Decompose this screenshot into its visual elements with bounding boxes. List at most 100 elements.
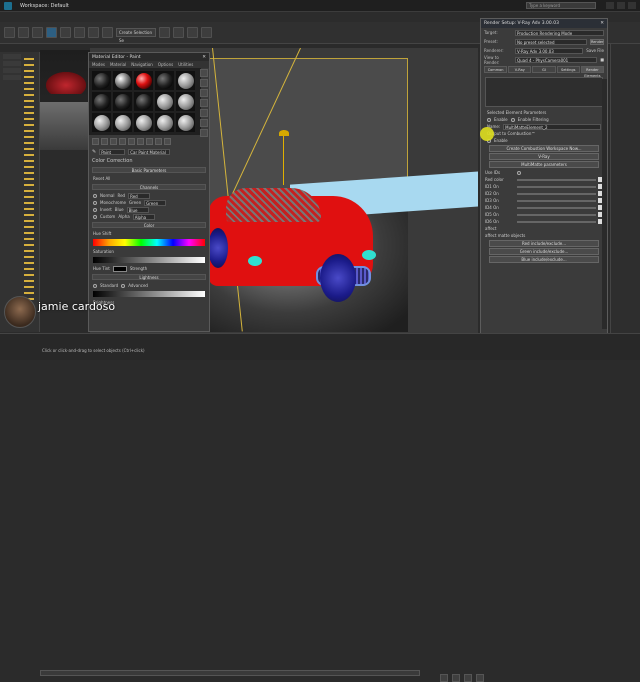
assign-material-icon[interactable] <box>110 138 117 145</box>
mode-radio[interactable] <box>93 207 97 212</box>
channel-select[interactable]: Blue <box>126 206 149 213</box>
param-track[interactable] <box>517 206 596 209</box>
options-icon[interactable] <box>200 129 208 137</box>
material-slot[interactable] <box>113 71 132 90</box>
param-track[interactable] <box>517 220 596 223</box>
mirror-icon[interactable] <box>159 27 170 38</box>
menu-material[interactable]: Material <box>110 62 126 67</box>
material-slot[interactable] <box>92 92 111 111</box>
scale-icon[interactable] <box>88 27 99 38</box>
material-name-field[interactable]: Paint <box>99 148 126 155</box>
redo-icon[interactable] <box>18 27 29 38</box>
brightness-slider[interactable] <box>93 291 205 297</box>
maximize-viewport-icon[interactable] <box>476 674 484 682</box>
material-slot[interactable] <box>92 113 111 132</box>
channel-select[interactable]: Alpha <box>132 213 155 220</box>
param-track[interactable] <box>517 178 596 181</box>
reset-all-button[interactable]: Reset All <box>93 176 110 181</box>
move-icon[interactable] <box>60 27 71 38</box>
backlight-icon[interactable] <box>200 79 208 87</box>
zoom-icon[interactable] <box>440 674 448 682</box>
visibility-column[interactable] <box>24 58 34 318</box>
material-slot[interactable] <box>134 92 153 111</box>
menu-modes[interactable]: Modes <box>92 62 105 67</box>
video-check-icon[interactable] <box>200 109 208 117</box>
tab-settings[interactable]: Settings <box>556 66 580 73</box>
view-dropdown[interactable]: Quad 4 - PhysCamera001 <box>515 56 598 63</box>
search-input[interactable]: Type a keyword <box>526 2 596 9</box>
get-material-icon[interactable] <box>92 138 99 145</box>
target-dropdown[interactable]: Production Rendering Mode <box>515 29 604 36</box>
material-slot[interactable] <box>113 92 132 111</box>
lightness-rollout[interactable]: Lightness <box>92 274 206 280</box>
sample-type-icon[interactable] <box>200 69 208 77</box>
menu-options[interactable]: Options <box>158 62 173 67</box>
lightness-radio[interactable] <box>121 283 126 288</box>
channels-rollout[interactable]: Channels <box>92 184 206 190</box>
param-track[interactable] <box>517 185 596 188</box>
material-editor-titlebar[interactable]: Material Editor - Paint ✕ <box>89 53 209 61</box>
enable-filtering-checkbox[interactable] <box>510 117 515 122</box>
put-to-scene-icon[interactable] <box>101 138 108 145</box>
lightness-radio[interactable] <box>93 283 97 288</box>
material-slot[interactable] <box>176 71 195 90</box>
red-include-button[interactable]: Red include/exclude... <box>489 240 599 247</box>
mode-radio[interactable] <box>93 193 97 198</box>
lock-icon[interactable]: ■ <box>600 57 604 62</box>
eyedropper-icon[interactable]: ✎ <box>92 149 96 155</box>
preview-icon[interactable] <box>200 119 208 127</box>
reset-map-icon[interactable] <box>119 138 126 145</box>
render-setup-window[interactable]: Render Setup: V-Ray Adv 3.00.03 ✕ Target… <box>480 18 608 338</box>
tint-swatch[interactable] <box>112 265 127 272</box>
material-slot[interactable] <box>155 92 174 111</box>
list-item[interactable] <box>3 75 21 80</box>
car-model[interactable]: EXAMPLE <box>208 188 378 308</box>
maximize-icon[interactable] <box>617 2 625 9</box>
tab-common[interactable]: Common <box>484 66 508 73</box>
menu-navigation[interactable]: Navigation <box>131 62 153 67</box>
list-item[interactable] <box>3 54 21 59</box>
mode-radio[interactable] <box>93 214 97 219</box>
put-to-library-icon[interactable] <box>137 138 144 145</box>
material-editor-window[interactable]: Material Editor - Paint ✕ Modes Material… <box>88 52 210 332</box>
material-id-icon[interactable] <box>146 138 153 145</box>
go-parent-icon[interactable] <box>164 138 171 145</box>
make-unique-icon[interactable] <box>128 138 135 145</box>
list-item[interactable] <box>3 61 21 66</box>
renderer-dropdown[interactable]: V-Ray Adv 3.00.03 <box>515 47 584 54</box>
save-file-checkbox[interactable]: Save File <box>586 48 604 53</box>
close-icon[interactable]: ✕ <box>600 21 604 26</box>
timeline[interactable] <box>40 670 420 676</box>
color-rollout[interactable]: Color <box>92 222 206 228</box>
minimize-icon[interactable] <box>606 2 614 9</box>
close-icon[interactable] <box>628 2 636 9</box>
material-slot[interactable] <box>176 113 195 132</box>
menu-utilities[interactable]: Utilities <box>178 62 193 67</box>
material-slot[interactable] <box>113 113 132 132</box>
render-setup-icon[interactable] <box>187 27 198 38</box>
uv-tiling-icon[interactable] <box>200 99 208 107</box>
param-track[interactable] <box>517 192 596 195</box>
element-name-field[interactable]: MultiMatteElement_2 <box>503 123 601 130</box>
select-icon[interactable] <box>46 27 57 38</box>
align-icon[interactable] <box>173 27 184 38</box>
param-checkbox[interactable] <box>517 170 521 175</box>
material-slot[interactable] <box>134 71 153 90</box>
render-button[interactable]: Render <box>590 38 604 45</box>
shader-type-button[interactable]: Car Paint Material <box>128 148 171 155</box>
multimatte-rollout[interactable]: MultiMatte parameters <box>489 161 599 168</box>
enable-checkbox[interactable] <box>487 117 491 122</box>
tab-gi[interactable]: GI <box>532 66 556 73</box>
material-slot[interactable] <box>176 92 195 111</box>
pan-icon[interactable] <box>452 674 460 682</box>
orbit-icon[interactable] <box>464 674 472 682</box>
render-elements-list[interactable] <box>485 77 603 107</box>
tab-vray[interactable]: V-Ray <box>508 66 532 73</box>
material-slot[interactable] <box>92 71 111 90</box>
param-track[interactable] <box>517 213 596 216</box>
preset-dropdown[interactable]: No preset selected <box>515 38 587 45</box>
basic-parameters-rollout[interactable]: Basic Parameters <box>92 167 206 173</box>
blue-include-button[interactable]: Blue include/exclude... <box>489 256 599 263</box>
channel-select[interactable]: Red <box>128 192 151 199</box>
material-slot[interactable] <box>134 113 153 132</box>
